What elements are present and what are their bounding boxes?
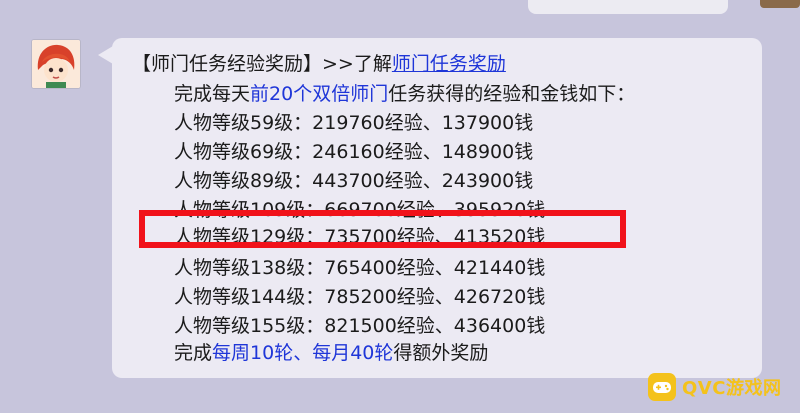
- message-bubble-tail: [98, 46, 113, 64]
- npc-portrait-icon: [32, 40, 80, 88]
- learn-more-prefix: >>了解: [322, 53, 392, 75]
- watermark-text: QVC游戏网: [682, 378, 782, 399]
- highlight-box: [139, 210, 626, 248]
- previous-message-bubble: [528, 0, 728, 14]
- footer-text-a: 完成: [174, 342, 213, 364]
- reward-row: 人物等级89级：443700经验、243900钱: [174, 170, 534, 192]
- reward-row: 人物等级155级：821500经验、436400钱: [174, 315, 546, 337]
- reward-row: 人物等级138级：765400经验、421440钱: [174, 257, 546, 279]
- gamepad-icon: [648, 373, 676, 401]
- reward-row: 人物等级69级：246160经验、148900钱: [174, 141, 534, 163]
- footer-text-highlight: 每周10轮、每月40轮: [212, 342, 394, 364]
- task-reward-link[interactable]: 师门任务奖励: [392, 53, 506, 75]
- footer-line: 完成每周10轮、每月40轮得额外奖励: [174, 341, 488, 365]
- intro-text-highlight: 前20个双倍师门: [250, 83, 389, 105]
- intro-line: 完成每天前20个双倍师门任务获得的经验和金钱如下：: [174, 82, 635, 106]
- message-title-line: 【师门任务经验奖励】>>了解师门任务奖励: [132, 52, 506, 76]
- reward-row: 人物等级59级：219760经验、137900钱: [174, 112, 534, 134]
- footer-text-c: 得额外奖励: [393, 342, 489, 364]
- intro-text-c: 任务获得的经验和金钱如下：: [388, 83, 636, 105]
- site-watermark: QVC游戏网: [648, 372, 781, 402]
- npc-avatar[interactable]: [31, 39, 81, 89]
- previous-message-avatar: [760, 0, 800, 8]
- intro-text-a: 完成每天: [174, 83, 251, 105]
- message-title: 【师门任务经验奖励】: [132, 53, 323, 75]
- reward-row: 人物等级144级：785200经验、426720钱: [174, 286, 546, 308]
